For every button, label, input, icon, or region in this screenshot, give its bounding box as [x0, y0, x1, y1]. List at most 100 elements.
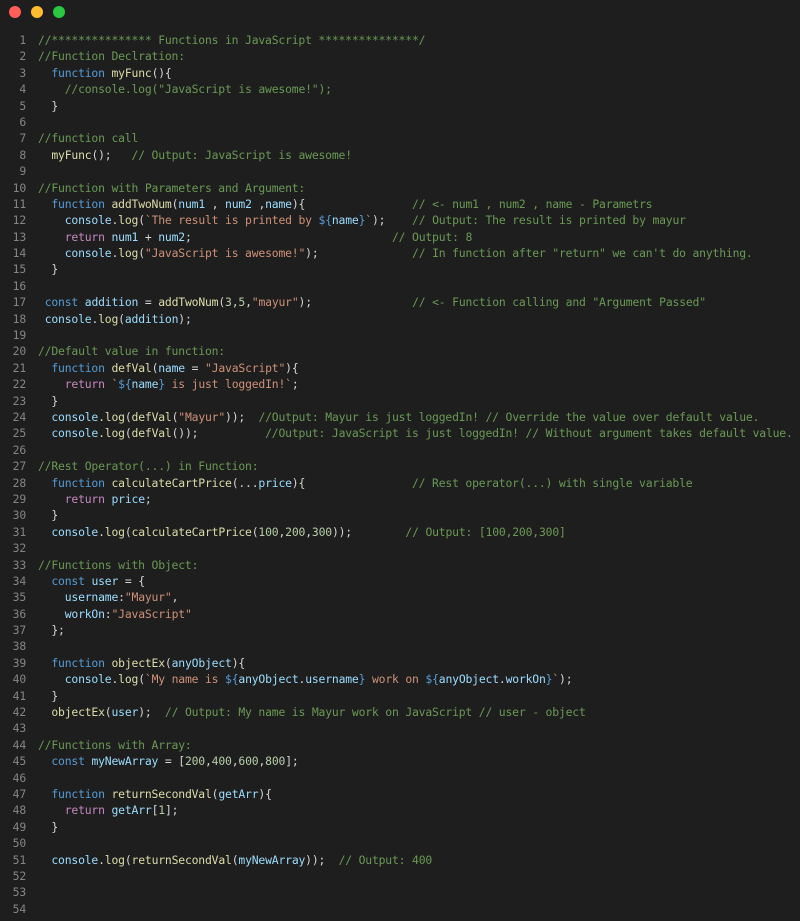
- code-token: name: [158, 360, 185, 375]
- code-line: 6: [0, 114, 800, 130]
- code-line: 10 //Function with Parameters and Argumen…: [0, 180, 800, 196]
- code-text: }: [38, 819, 58, 835]
- code-line: 51 console.log(returnSecondVal(myNewArra…: [0, 852, 800, 868]
- maximize-icon[interactable]: [53, 6, 65, 18]
- code-text: //*************** Functions in JavaScrip…: [38, 32, 425, 48]
- code-token: }: [38, 819, 59, 834]
- line-number: 24: [12, 409, 27, 424]
- code-line: 41 }: [0, 688, 800, 704]
- code-text: return `${name} is just loggedIn!`;: [38, 376, 299, 392]
- line-number: 17: [12, 295, 27, 310]
- line-number: 28: [12, 475, 27, 490]
- code-line: 50: [0, 835, 800, 851]
- line-number: 10: [12, 180, 27, 195]
- code-token: function: [51, 786, 105, 801]
- code-token: work on: [365, 672, 426, 687]
- code-token: (: [138, 213, 145, 228]
- code-text: workOn:"JavaScript": [38, 606, 192, 622]
- code-token: console: [51, 426, 99, 441]
- code-token: user: [91, 573, 119, 588]
- minimize-icon[interactable]: [31, 6, 43, 18]
- code-token: return: [64, 229, 105, 244]
- code-line: 30 }: [0, 507, 800, 523]
- code-token: .: [98, 524, 105, 539]
- code-text: //Default value in function:: [38, 343, 225, 359]
- code-text: return num1 + num2; // Output: 8: [38, 229, 473, 245]
- code-text: }: [38, 393, 58, 409]
- code-token: // Output: 400: [338, 852, 433, 867]
- line-number: 42: [12, 705, 27, 720]
- code-token: ;: [144, 491, 152, 506]
- code-token: (: [138, 246, 145, 261]
- code-text: //Functions with Object:: [38, 557, 198, 573]
- code-text: }: [38, 688, 58, 704]
- code-token: ));: [225, 409, 259, 424]
- code-token: ){: [291, 196, 413, 211]
- line-number: 45: [12, 754, 27, 769]
- line-number: 5: [19, 98, 26, 113]
- code-token: //Functions with Object:: [38, 557, 199, 572]
- code-token: (...: [231, 475, 259, 490]
- code-token: log: [98, 311, 119, 326]
- code-line: 21 function defVal(name = "JavaScript"){: [0, 360, 800, 376]
- code-token: anyObject: [438, 672, 499, 687]
- close-icon[interactable]: [9, 6, 21, 18]
- code-line: 33 //Functions with Object:: [0, 557, 800, 573]
- code-line: 31 console.log(calculateCartPrice(100,20…: [0, 524, 800, 540]
- line-number: 48: [12, 803, 27, 818]
- code-token: (: [164, 655, 172, 670]
- code-token: ;: [291, 377, 299, 392]
- code-token: ());: [171, 426, 266, 441]
- line-number: 30: [12, 508, 27, 523]
- line-number: 35: [12, 590, 27, 605]
- code-token: .: [98, 852, 105, 867]
- code-text: //console.log("JavaScript is awesome!");: [38, 81, 332, 97]
- code-token: "JavaScript": [111, 606, 192, 621]
- code-token: addTwoNum: [158, 295, 219, 310]
- code-token: anyObject: [171, 655, 232, 670]
- code-token: const: [44, 295, 79, 310]
- code-token: ${: [425, 672, 439, 687]
- code-token: addition: [124, 311, 179, 326]
- code-line: 7 //function call: [0, 130, 800, 146]
- line-number: 1: [19, 33, 26, 47]
- line-number: 9: [19, 164, 26, 179]
- code-line: 27 //Rest Operator(...) in Function:: [0, 458, 800, 474]
- code-token: return: [64, 377, 105, 392]
- code-token: );: [138, 705, 165, 720]
- code-token: function: [51, 196, 105, 211]
- code-token: name: [131, 377, 159, 392]
- code-token: // In function after "return" we can't d…: [412, 246, 753, 261]
- code-token: "mayur": [251, 295, 299, 310]
- line-number: 19: [12, 328, 27, 343]
- code-token: // Output: [100,200,300]: [405, 524, 566, 539]
- code-token: price: [258, 475, 292, 490]
- line-number: 6: [19, 114, 26, 129]
- line-number: 44: [12, 737, 27, 752]
- code-line: 36 workOn:"JavaScript": [0, 606, 800, 622]
- code-token: //Function with Parameters and Argument:: [38, 180, 306, 195]
- code-token: );: [305, 246, 413, 261]
- line-number: 31: [12, 524, 27, 539]
- code-token: username: [305, 672, 359, 687]
- line-number: 50: [12, 836, 27, 851]
- code-line: 3 function myFunc(){: [0, 65, 800, 81]
- code-editor[interactable]: 1 //*************** Functions in JavaScri…: [0, 32, 800, 917]
- code-line: 28 function calculateCartPrice(...price)…: [0, 475, 800, 491]
- code-token: );: [178, 311, 192, 326]
- code-token: ,: [251, 196, 266, 211]
- line-number: 23: [12, 393, 27, 408]
- code-token: (: [138, 672, 145, 687]
- code-token: 200: [285, 524, 306, 539]
- code-line: 43: [0, 720, 800, 736]
- code-token: log: [118, 672, 139, 687]
- code-token: log: [104, 852, 125, 867]
- code-token: function: [51, 475, 105, 490]
